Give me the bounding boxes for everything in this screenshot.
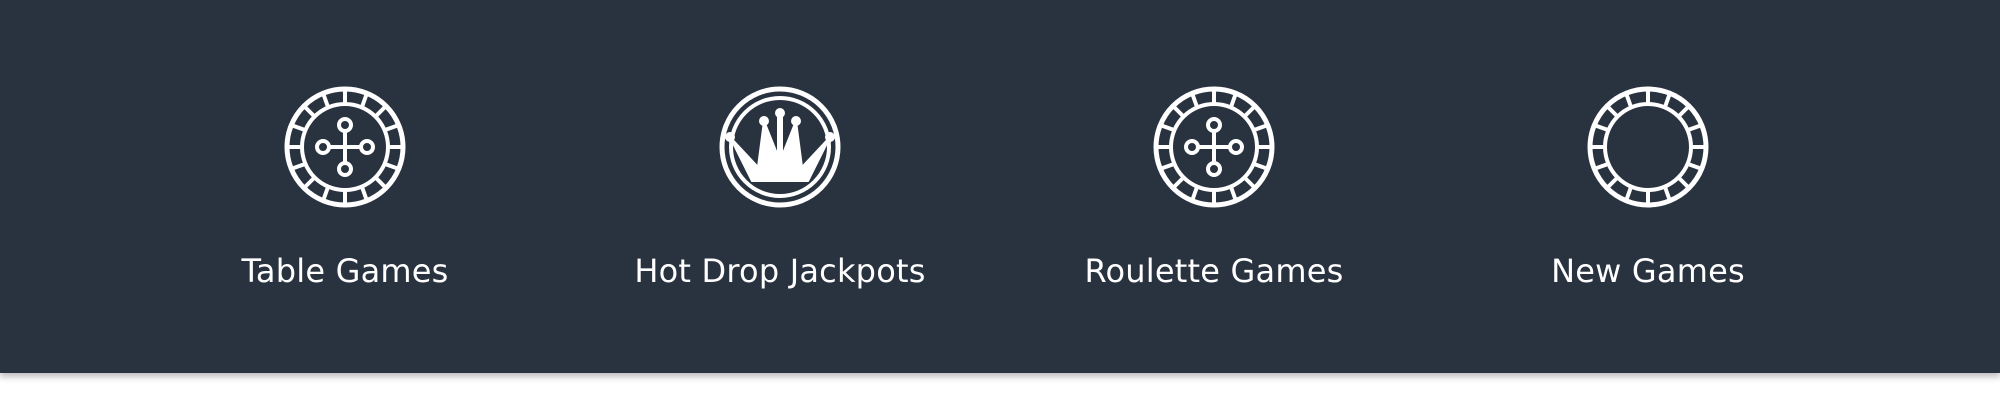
crown-icon [718, 85, 842, 209]
category-nav-bar: Table Games Hot Drop Jackpots Roulette G… [0, 0, 2000, 373]
category-label: Hot Drop Jackpots [634, 252, 926, 290]
roulette-cross-icon [1152, 85, 1276, 209]
category-new-games[interactable]: New Games [1478, 85, 1818, 305]
roulette-cross-icon [283, 85, 407, 209]
category-label: Roulette Games [1084, 252, 1344, 290]
category-label: New Games [1551, 252, 1745, 290]
category-roulette-games[interactable]: Roulette Games [1044, 85, 1384, 305]
category-partial[interactable]: Ca [1912, 85, 2000, 305]
category-label: Table Games [241, 252, 449, 290]
category-hot-drop-jackpots[interactable]: Hot Drop Jackpots [610, 85, 950, 305]
category-table-games[interactable]: Table Games [175, 85, 515, 305]
roulette-wheel-icon [1586, 85, 1710, 209]
